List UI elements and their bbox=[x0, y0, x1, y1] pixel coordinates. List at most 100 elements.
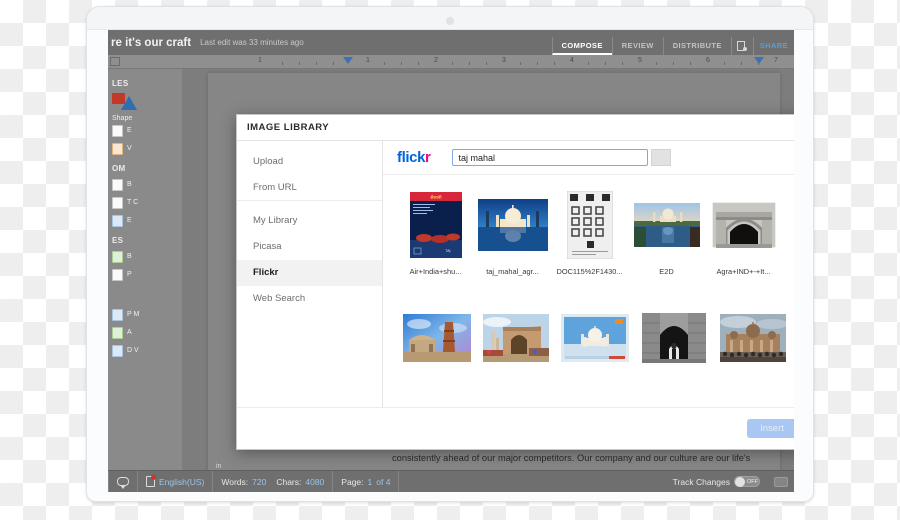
ruler-number: 6 bbox=[706, 57, 710, 64]
dialog-footer: Insert Close bbox=[237, 407, 794, 449]
page-indicator[interactable]: Page: 1 of 4 bbox=[333, 471, 399, 492]
ruler-number: 2 bbox=[434, 57, 438, 64]
app-title-bar: re it's our craft Last edit was 33 minut… bbox=[108, 30, 794, 55]
page-label: Page: bbox=[341, 477, 363, 487]
comment-bubble-icon bbox=[117, 477, 129, 486]
camera-dot-icon bbox=[446, 17, 454, 25]
sidebar-item-bookmark[interactable]: B bbox=[108, 248, 182, 266]
track-changes-label: Track Changes bbox=[673, 477, 730, 487]
spellcheck-icon bbox=[146, 476, 155, 487]
dialog-header: IMAGE LIBRARY ✕ bbox=[237, 115, 794, 141]
search-bar: flickr bbox=[383, 141, 794, 175]
track-changes-toggle[interactable]: OFF bbox=[734, 476, 760, 487]
list-icon bbox=[112, 125, 123, 137]
margin-note: in bbox=[216, 463, 221, 470]
comments-button[interactable] bbox=[108, 471, 138, 492]
qutub-minar-thumbnail bbox=[403, 314, 471, 362]
sidebar-item-video[interactable]: V bbox=[108, 140, 182, 158]
document-grid-thumbnail bbox=[567, 191, 613, 259]
sidebar-item-profile[interactable]: P M bbox=[108, 306, 182, 324]
bookmark-icon bbox=[112, 251, 123, 263]
document-badge-icon[interactable] bbox=[731, 37, 753, 55]
sidebar-item-attach[interactable]: A bbox=[108, 324, 182, 342]
result-item[interactable]: E2D bbox=[628, 189, 705, 276]
document-body-text[interactable]: consistently ahead of our major competit… bbox=[392, 449, 756, 470]
result-caption: Agra+IND+-+It... bbox=[705, 267, 782, 276]
tab-compose[interactable]: COMPOSE bbox=[552, 37, 612, 55]
result-caption: taj_mahal_agr... bbox=[474, 267, 551, 276]
language-indicator[interactable]: English(US) bbox=[138, 471, 213, 492]
sidebar-item-label: A bbox=[127, 329, 132, 337]
ruler-number: 1 bbox=[258, 57, 262, 64]
left-indent-marker[interactable] bbox=[343, 57, 353, 64]
result-item[interactable]: सैलानी bbox=[397, 189, 474, 276]
ruler-number: 1 bbox=[366, 57, 370, 64]
thumbnail-wrap bbox=[713, 302, 792, 374]
right-indent-marker[interactable] bbox=[754, 57, 764, 64]
app-tab-strip: COMPOSE REVIEW DISTRIBUTE SHARE bbox=[552, 30, 794, 55]
search-icon[interactable] bbox=[651, 149, 671, 166]
sidebar-item-label: E bbox=[127, 127, 132, 135]
sidebar-item-picasa[interactable]: Picasa bbox=[237, 234, 382, 260]
profile-icon bbox=[112, 309, 123, 321]
svg-text:सैलानी: सैलानी bbox=[430, 194, 442, 201]
sidebar-item-picture[interactable]: P bbox=[108, 266, 182, 284]
sidebar-item-flickr[interactable]: Flickr bbox=[237, 260, 382, 286]
ruler[interactable]: 1 1 2 3 4 5 6 7 bbox=[108, 55, 794, 69]
sidebar-item-blank-doc[interactable]: B bbox=[108, 176, 182, 194]
sidebar-item-label: T C bbox=[127, 199, 138, 207]
ruler-number: 3 bbox=[502, 57, 506, 64]
sidebar-item-data[interactable]: D V bbox=[108, 342, 182, 360]
shape-tool-icon[interactable] bbox=[112, 93, 142, 113]
sidebar-item-label: P bbox=[127, 271, 132, 279]
result-item[interactable]: taj_mahal_agr... bbox=[474, 189, 551, 276]
blank-doc-icon bbox=[112, 179, 123, 191]
sidebar-item-label: B bbox=[127, 181, 132, 189]
result-item[interactable]: Agra+IND+-+It... bbox=[705, 189, 782, 276]
sidebar-item-excel[interactable]: E bbox=[108, 212, 182, 230]
result-item[interactable] bbox=[634, 302, 713, 380]
tool-sidebar: LES Shape E V OM B T C bbox=[108, 69, 182, 470]
share-button[interactable]: SHARE bbox=[753, 37, 794, 55]
words-label: Words: bbox=[221, 477, 248, 487]
result-item[interactable] bbox=[476, 302, 555, 380]
ruler-number: 5 bbox=[638, 57, 642, 64]
ruler-tab-selector[interactable] bbox=[110, 57, 120, 66]
sidebar-item-from-url[interactable]: From URL bbox=[237, 175, 382, 201]
thumbnail-wrap bbox=[551, 189, 628, 261]
sidebar-item-list[interactable]: E bbox=[108, 122, 182, 140]
status-bar-right: Track Changes OFF bbox=[665, 471, 794, 492]
library-content: flickr सैल bbox=[383, 141, 794, 407]
thumbnail-wrap bbox=[628, 189, 705, 261]
doc-icon bbox=[112, 197, 123, 209]
result-item[interactable] bbox=[555, 302, 634, 380]
track-changes-control[interactable]: Track Changes OFF bbox=[665, 471, 768, 492]
result-item[interactable] bbox=[397, 302, 476, 380]
search-input[interactable] bbox=[452, 149, 648, 166]
taj-mahal-arch-night-thumbnail bbox=[794, 191, 795, 259]
sidebar-item-my-library[interactable]: My Library bbox=[237, 208, 382, 234]
sidebar-item-upload[interactable]: Upload bbox=[237, 149, 382, 175]
tab-distribute[interactable]: DISTRIBUTE bbox=[663, 37, 731, 55]
track-changes-state: OFF bbox=[747, 479, 758, 485]
attach-icon bbox=[112, 327, 123, 339]
result-item[interactable] bbox=[713, 302, 792, 380]
document-editor-app: re it's our craft Last edit was 33 minut… bbox=[108, 30, 794, 492]
result-caption: E2D bbox=[628, 267, 705, 276]
insert-button[interactable]: Insert bbox=[747, 419, 794, 438]
thumbnail-wrap bbox=[474, 189, 551, 261]
tab-review[interactable]: REVIEW bbox=[612, 37, 663, 55]
sidebar-item-doc[interactable]: T C bbox=[108, 194, 182, 212]
document-title[interactable]: re it's our craft bbox=[111, 37, 191, 49]
thumbnail-wrap bbox=[555, 302, 634, 374]
keyboard-icon[interactable] bbox=[774, 477, 788, 487]
taj-mahal-pool-thumbnail bbox=[634, 203, 700, 247]
sidebar-item-web-search[interactable]: Web Search bbox=[237, 286, 382, 312]
word-count: Words: 720 Chars: 4080 bbox=[213, 471, 333, 492]
result-item[interactable]: DOC115%2F1430... bbox=[551, 189, 628, 276]
flickr-logo-left: flick bbox=[397, 149, 425, 166]
result-item[interactable]: Beauty+of+taj... bbox=[782, 189, 794, 276]
ruler-number: 4 bbox=[570, 57, 574, 64]
taj-mahal-postcard-thumbnail bbox=[561, 314, 629, 362]
device-frame: re it's our craft Last edit was 33 minut… bbox=[86, 6, 814, 502]
